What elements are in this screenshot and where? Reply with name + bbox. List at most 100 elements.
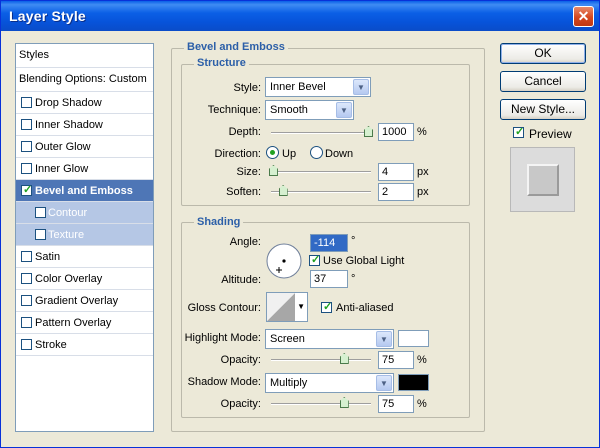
highlight-opacity-label: Opacity:: [220, 354, 261, 366]
title-bar[interactable]: Layer Style ✕: [1, 1, 599, 31]
soften-input[interactable]: 2: [378, 183, 414, 201]
style-item-outer-glow[interactable]: Outer Glow: [16, 136, 153, 158]
style-item-label: Contour: [48, 207, 88, 219]
texture-checkbox[interactable]: [35, 229, 46, 240]
new-style-button[interactable]: New Style...: [500, 99, 586, 120]
highlight-color-swatch[interactable]: [398, 330, 429, 347]
chevron-down-icon: ▼: [353, 79, 369, 95]
shadow-opacity-label: Opacity:: [220, 398, 261, 410]
style-item-drop-shadow[interactable]: Drop Shadow: [16, 92, 153, 114]
depth-unit: %: [417, 126, 427, 138]
shading-title: Shading: [194, 216, 244, 228]
size-slider[interactable]: [271, 171, 371, 173]
gradient-overlay-checkbox[interactable]: [21, 295, 32, 306]
style-item-stroke[interactable]: Stroke: [16, 334, 153, 356]
direction-label: Direction:: [214, 148, 261, 160]
angle-input[interactable]: -114: [310, 234, 348, 252]
bevel-emboss-title: Bevel and Emboss: [184, 41, 288, 53]
blending-options-label: Blending Options: Custom: [19, 73, 147, 85]
color-overlay-checkbox[interactable]: [21, 273, 32, 284]
style-item-pattern-overlay[interactable]: Pattern Overlay: [16, 312, 153, 334]
style-item-label: Drop Shadow: [35, 97, 102, 109]
angle-dial[interactable]: [265, 242, 303, 280]
style-item-label: Pattern Overlay: [35, 317, 112, 329]
chevron-down-icon: ▼: [376, 331, 392, 347]
direction-up-label: Up: [282, 148, 297, 160]
gloss-contour-label: Gloss Contour:: [187, 302, 261, 314]
contour-checkbox[interactable]: [35, 207, 46, 218]
close-button[interactable]: ✕: [573, 6, 594, 27]
technique-value: Smooth: [270, 104, 308, 116]
style-item-label: Stroke: [35, 339, 67, 351]
inner-glow-checkbox[interactable]: [21, 163, 32, 174]
highlight-mode-value: Screen: [270, 333, 305, 345]
style-item-contour[interactable]: Contour: [16, 202, 153, 224]
size-label: Size:: [236, 166, 261, 178]
style-item-label: Outer Glow: [35, 141, 91, 153]
pattern-overlay-checkbox[interactable]: [21, 317, 32, 328]
style-item-bevel-and-emboss[interactable]: Bevel and Emboss: [16, 180, 153, 202]
altitude-input[interactable]: 37: [310, 270, 348, 288]
style-item-texture[interactable]: Texture: [16, 224, 153, 246]
gloss-contour-picker[interactable]: ▼: [266, 292, 308, 322]
shadow-opacity-input[interactable]: 75: [378, 395, 414, 413]
style-item-label: Satin: [35, 251, 61, 263]
altitude-unit: °: [351, 273, 356, 285]
direction-down-label: Down: [325, 148, 354, 160]
preview-swatch: [527, 164, 559, 196]
shadow-opacity-unit: %: [417, 398, 427, 410]
preview-checkbox[interactable]: [513, 125, 524, 138]
cancel-button[interactable]: Cancel: [500, 71, 586, 92]
drop-shadow-checkbox[interactable]: [21, 97, 32, 108]
global-light-checkbox[interactable]: [309, 253, 320, 266]
highlight-mode-dropdown[interactable]: Screen ▼: [265, 329, 394, 349]
shadow-color-swatch[interactable]: [398, 374, 429, 391]
size-input[interactable]: 4: [378, 163, 414, 181]
satin-checkbox[interactable]: [21, 251, 32, 262]
bevel-emboss-checkbox[interactable]: [21, 183, 32, 196]
style-item-inner-glow[interactable]: Inner Glow: [16, 158, 153, 180]
highlight-opacity-unit: %: [417, 354, 427, 366]
style-item-color-overlay[interactable]: Color Overlay: [16, 268, 153, 290]
style-item-satin[interactable]: Satin: [16, 246, 153, 268]
window-title: Layer Style: [9, 8, 86, 24]
shadow-opacity-slider[interactable]: [271, 403, 371, 405]
global-light-label: Use Global Light: [323, 255, 405, 267]
highlight-mode-label: Highlight Mode:: [184, 332, 261, 344]
style-item-label: Texture: [48, 229, 85, 241]
chevron-down-icon: ▼: [376, 375, 392, 391]
depth-input[interactable]: 1000: [378, 123, 414, 141]
blending-options-item[interactable]: Blending Options: Custom: [16, 68, 153, 92]
altitude-label: Altitude:: [221, 274, 261, 286]
stroke-checkbox[interactable]: [21, 339, 32, 350]
highlight-opacity-slider[interactable]: [271, 359, 371, 361]
ok-button[interactable]: OK: [500, 43, 586, 64]
style-item-gradient-overlay[interactable]: Gradient Overlay: [16, 290, 153, 312]
direction-down-radio[interactable]: [310, 146, 323, 159]
anti-aliased-checkbox[interactable]: [321, 300, 332, 313]
shadow-mode-value: Multiply: [270, 377, 308, 389]
style-item-inner-shadow[interactable]: Inner Shadow: [16, 114, 153, 136]
anti-aliased-label: Anti-aliased: [336, 302, 394, 314]
close-icon: ✕: [577, 8, 590, 24]
highlight-opacity-input[interactable]: 75: [378, 351, 414, 369]
structure-title: Structure: [194, 57, 249, 69]
inner-shadow-checkbox[interactable]: [21, 119, 32, 130]
depth-slider[interactable]: [271, 132, 371, 134]
styles-header-label: Styles: [19, 49, 49, 61]
outer-glow-checkbox[interactable]: [21, 141, 32, 152]
chevron-down-icon: ▼: [336, 102, 352, 118]
style-preview-thumbnail: [510, 147, 575, 212]
technique-dropdown[interactable]: Smooth ▼: [265, 100, 354, 120]
shadow-mode-dropdown[interactable]: Multiply ▼: [265, 373, 394, 393]
style-item-label: Inner Glow: [35, 163, 89, 175]
chevron-down-icon: ▼: [297, 302, 305, 311]
shadow-mode-label: Shadow Mode:: [187, 376, 261, 388]
preview-label: Preview: [529, 127, 572, 141]
style-dropdown[interactable]: Inner Bevel ▼: [265, 77, 371, 97]
style-label: Style:: [233, 82, 261, 94]
layer-style-dialog: Layer Style ✕ Styles Blending Options: C…: [0, 0, 600, 448]
direction-up-radio[interactable]: [266, 146, 279, 159]
style-item-label: Gradient Overlay: [35, 295, 119, 307]
styles-header[interactable]: Styles: [16, 44, 153, 68]
